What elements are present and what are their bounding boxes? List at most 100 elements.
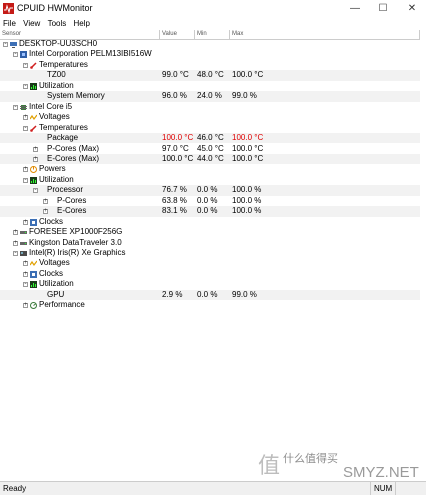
- expand-toggle[interactable]: +: [23, 271, 28, 277]
- clock-icon: [30, 218, 37, 226]
- collapse-toggle[interactable]: -: [23, 177, 28, 183]
- expand-toggle[interactable]: +: [23, 219, 28, 225]
- tree-row[interactable]: - Intel(R) Iris(R) Xe Graphics: [0, 248, 420, 258]
- collapse-toggle[interactable]: -: [23, 83, 28, 89]
- tree-row[interactable]: System Memory 96.0 % 24.0 % 99.0 %: [0, 91, 420, 102]
- window-title: CPUID HWMonitor: [17, 3, 93, 13]
- maximize-button[interactable]: ☐: [369, 0, 397, 17]
- close-button[interactable]: ✕: [398, 0, 426, 17]
- value-cell: 76.7 %: [162, 185, 187, 195]
- menu-tools[interactable]: Tools: [46, 17, 69, 30]
- sensor-label: Utilization: [39, 80, 74, 90]
- min-cell: 0.0 %: [197, 185, 218, 195]
- status-bar: Ready NUM: [0, 481, 426, 495]
- perf-icon: [30, 302, 37, 310]
- expand-toggle[interactable]: +: [23, 166, 28, 173]
- sensor-label: Temperatures: [39, 122, 88, 132]
- expand-toggle[interactable]: +: [43, 198, 48, 204]
- expand-toggle[interactable]: +: [23, 302, 28, 309]
- value-cell: 63.8 %: [162, 195, 187, 205]
- num-lock-indicator: NUM: [374, 484, 393, 493]
- tree-row[interactable]: - Intel Corporation PELM13IBI516W: [0, 49, 420, 59]
- tree-row[interactable]: + Powers: [0, 164, 420, 174]
- tree-row[interactable]: - Utilization: [0, 279, 420, 289]
- max-cell: 99.0 %: [232, 91, 257, 101]
- min-cell: 0.0 %: [197, 289, 218, 299]
- collapse-toggle[interactable]: -: [3, 41, 8, 47]
- tree-row[interactable]: + E-Cores (Max) 100.0 °C 44.0 °C 100.0 °C: [0, 153, 420, 165]
- tree-row[interactable]: - DESKTOP-UU3SCH0: [0, 39, 420, 49]
- tree-row[interactable]: + Clocks: [0, 217, 420, 227]
- expand-toggle[interactable]: +: [23, 260, 28, 267]
- collapse-toggle[interactable]: -: [23, 281, 28, 288]
- status-divider: [395, 482, 396, 495]
- watermark-text: 什么值得买: [283, 453, 338, 465]
- tree-row[interactable]: + Voltages: [0, 112, 420, 122]
- min-cell: 46.0 °C: [197, 133, 224, 143]
- collapse-toggle[interactable]: -: [13, 250, 18, 256]
- collapse-toggle[interactable]: -: [13, 51, 18, 58]
- menu-help[interactable]: Help: [71, 17, 91, 30]
- max-cell: 100.0 %: [232, 206, 262, 216]
- column-sensor[interactable]: Sensor: [0, 30, 160, 39]
- status-divider: [370, 482, 371, 495]
- expand-toggle[interactable]: +: [23, 114, 28, 121]
- tree-row[interactable]: - Utilization: [0, 175, 420, 185]
- column-min[interactable]: Min: [195, 30, 230, 39]
- expand-toggle[interactable]: +: [13, 240, 18, 246]
- tree-row[interactable]: - Utilization: [0, 81, 420, 91]
- expand-toggle[interactable]: +: [33, 156, 38, 162]
- tree-row[interactable]: - Processor 76.7 % 0.0 % 100.0 %: [0, 185, 420, 196]
- tree-row[interactable]: - Temperatures: [0, 123, 420, 133]
- value-cell: 2.9 %: [162, 289, 183, 299]
- sensor-label: E-Cores: [57, 206, 87, 216]
- tree-row[interactable]: + E-Cores 83.1 % 0.0 % 100.0 %: [0, 206, 420, 217]
- board-icon: [20, 51, 27, 59]
- sensor-label: Kingston DataTraveler 3.0: [29, 237, 122, 247]
- tree-row[interactable]: Package 100.0 °C 46.0 °C 100.0 °C: [0, 133, 420, 144]
- menu-view[interactable]: View: [21, 17, 42, 30]
- collapse-toggle[interactable]: -: [23, 62, 28, 68]
- tree-row[interactable]: - Temperatures: [0, 60, 420, 70]
- column-max[interactable]: Max: [230, 30, 420, 39]
- collapse-toggle[interactable]: -: [33, 187, 38, 194]
- tree-row[interactable]: + Kingston DataTraveler 3.0: [0, 238, 420, 248]
- column-value[interactable]: Value: [160, 30, 195, 39]
- tree-row[interactable]: TZ00 99.0 °C 48.0 °C 100.0 °C: [0, 70, 420, 81]
- collapse-toggle[interactable]: -: [13, 104, 18, 110]
- sensor-tree[interactable]: - DESKTOP-UU3SCH0- Intel Corporation PELM1…: [0, 39, 420, 479]
- sensor-label: FORESEE XP1000F256G: [29, 227, 123, 237]
- min-cell: 0.0 %: [197, 206, 218, 216]
- expand-toggle[interactable]: +: [33, 146, 38, 152]
- sensor-label: Processor: [47, 185, 84, 195]
- minimize-button[interactable]: —: [341, 0, 369, 17]
- sensor-label: P-Cores (Max): [47, 143, 100, 153]
- sensor-label: Voltages: [39, 258, 70, 268]
- volt-icon: [30, 261, 37, 267]
- scrollbar[interactable]: [420, 39, 426, 479]
- menu-file[interactable]: File: [1, 17, 18, 30]
- max-cell: 100.0 %: [232, 195, 262, 205]
- thermo-icon: [30, 62, 37, 69]
- tree-row[interactable]: + P-Cores (Max) 97.0 °C 45.0 °C 100.0 °C: [0, 144, 420, 154]
- sensor-label: E-Cores (Max): [47, 153, 100, 163]
- title-bar: CPUID HWMonitor — ☐ ✕: [0, 0, 426, 17]
- tree-row[interactable]: - Intel Core i5: [0, 102, 420, 112]
- thermo-icon: [30, 125, 37, 132]
- tree-row[interactable]: + Clocks: [0, 269, 420, 279]
- sensor-label: DESKTOP-UU3SCH0: [19, 39, 98, 48]
- expand-toggle[interactable]: +: [43, 208, 48, 215]
- clock-icon: [30, 270, 37, 278]
- tree-row[interactable]: + P-Cores 63.8 % 0.0 % 100.0 %: [0, 196, 420, 206]
- sensor-label: Intel Core i5: [29, 101, 73, 111]
- sensor-label: Package: [47, 133, 79, 143]
- expand-toggle[interactable]: +: [13, 229, 18, 236]
- tree-row[interactable]: + FORESEE XP1000F256G: [0, 227, 420, 237]
- collapse-toggle[interactable]: -: [23, 125, 28, 131]
- tree-row[interactable]: + Voltages: [0, 258, 420, 268]
- tree-row[interactable]: GPU 2.9 % 0.0 % 99.0 %: [0, 289, 420, 301]
- sensor-label: Utilization: [39, 174, 74, 184]
- tree-row[interactable]: + Performance: [0, 300, 420, 310]
- chip-icon: [20, 104, 27, 110]
- sensor-label: Clocks: [39, 216, 64, 226]
